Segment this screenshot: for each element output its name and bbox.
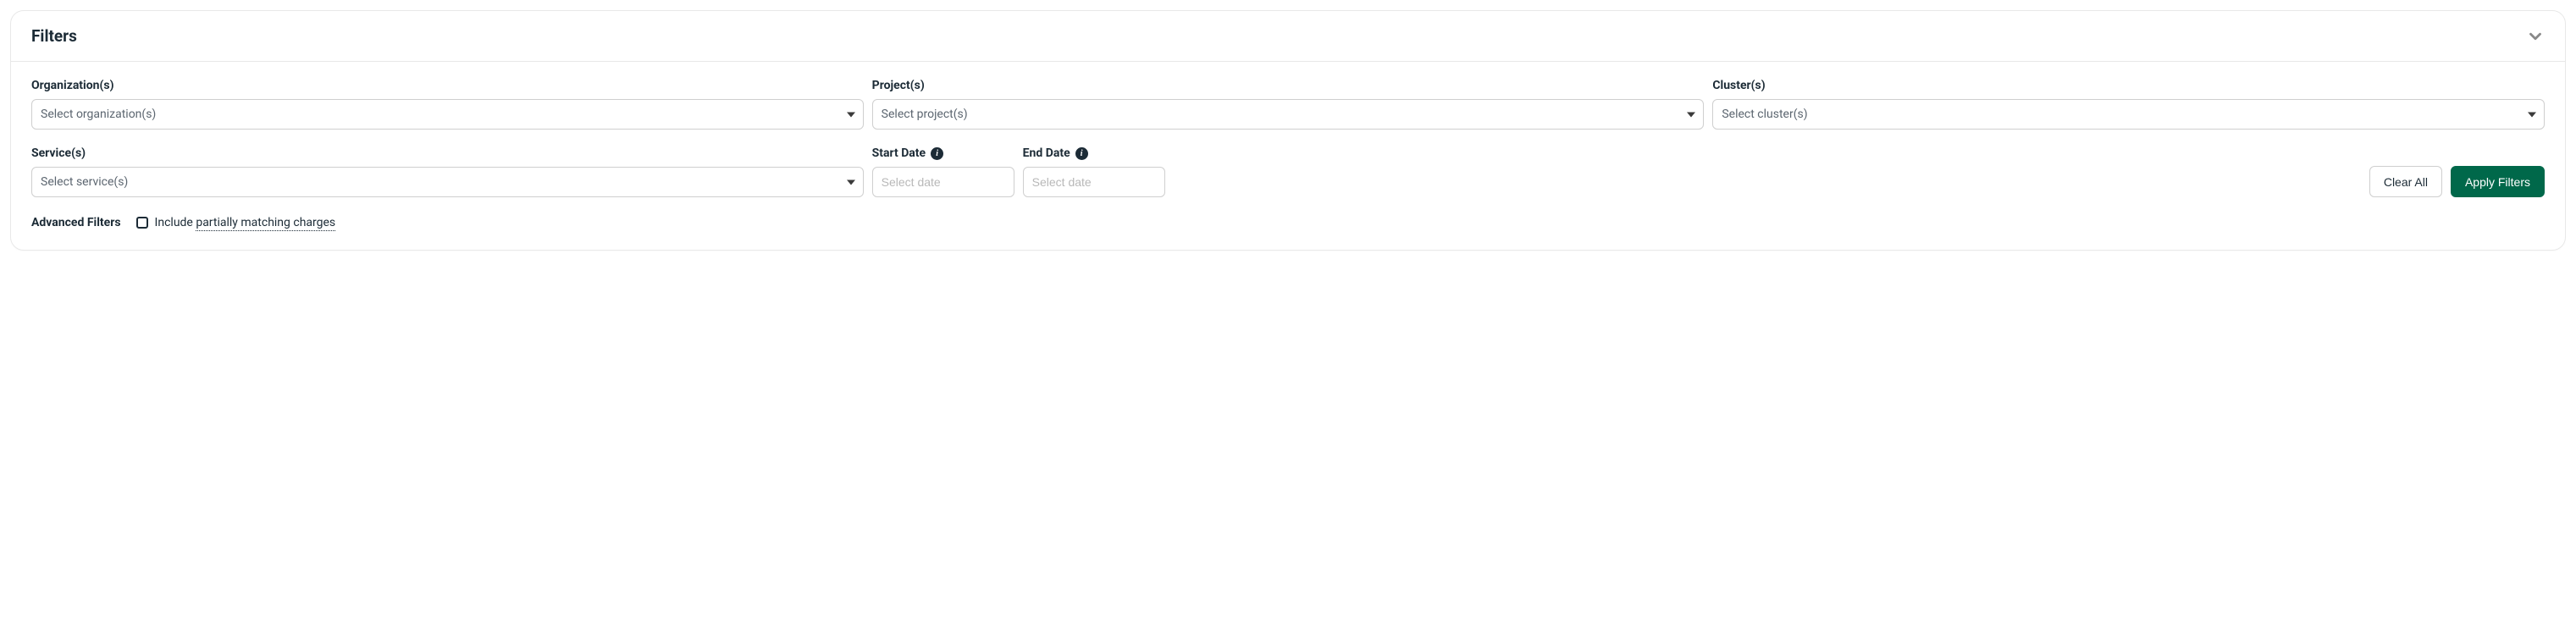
filters-panel: Filters Organization(s) Select organizat… (10, 10, 2566, 251)
info-icon[interactable]: i (1075, 147, 1088, 160)
filter-actions: Clear All Apply Filters (2369, 166, 2545, 197)
include-dotted-text: partially matching charges (196, 216, 335, 231)
end-date-label-text: End Date (1023, 146, 1070, 160)
cluster-field: Cluster(s) Select cluster(s) (1712, 79, 2545, 130)
service-placeholder: Select service(s) (41, 175, 128, 189)
start-date-label-text: Start Date (872, 146, 926, 160)
filters-body: Organization(s) Select organization(s) P… (11, 62, 2565, 250)
organization-select[interactable]: Select organization(s) (31, 99, 864, 130)
end-date-field: End Date i (1023, 146, 1165, 197)
filters-row-2: Service(s) Select service(s) Start Date … (31, 146, 2545, 197)
filters-header[interactable]: Filters (11, 11, 2565, 62)
start-date-field: Start Date i (872, 146, 1014, 197)
service-field: Service(s) Select service(s) (31, 146, 864, 197)
start-date-input[interactable] (872, 167, 1014, 197)
advanced-filters-row: Advanced Filters Include partially match… (31, 216, 2545, 229)
service-label: Service(s) (31, 146, 864, 160)
date-fields: Start Date i End Date i (872, 146, 1165, 197)
include-prefix: Include (155, 216, 196, 229)
organization-field: Organization(s) Select organization(s) (31, 79, 864, 130)
end-date-label: End Date i (1023, 146, 1165, 160)
include-partial-label: Include partially matching charges (155, 216, 336, 229)
checkbox-icon (136, 217, 148, 229)
project-select[interactable]: Select project(s) (872, 99, 1705, 130)
filters-title: Filters (31, 26, 77, 46)
cluster-placeholder: Select cluster(s) (1722, 108, 1807, 121)
project-field: Project(s) Select project(s) (872, 79, 1705, 130)
include-partial-checkbox[interactable]: Include partially matching charges (136, 216, 336, 229)
apply-filters-button[interactable]: Apply Filters (2451, 166, 2545, 197)
end-date-input[interactable] (1023, 167, 1165, 197)
filters-row-1: Organization(s) Select organization(s) P… (31, 79, 2545, 130)
chevron-down-icon (2526, 27, 2545, 46)
clear-all-button[interactable]: Clear All (2369, 166, 2442, 197)
project-placeholder: Select project(s) (882, 108, 968, 121)
organization-placeholder: Select organization(s) (41, 108, 156, 121)
advanced-filters-title: Advanced Filters (31, 216, 121, 229)
start-date-label: Start Date i (872, 146, 1014, 160)
info-icon[interactable]: i (931, 147, 943, 160)
cluster-label: Cluster(s) (1712, 79, 2545, 92)
organization-label: Organization(s) (31, 79, 864, 92)
cluster-select[interactable]: Select cluster(s) (1712, 99, 2545, 130)
project-label: Project(s) (872, 79, 1705, 92)
service-select[interactable]: Select service(s) (31, 167, 864, 197)
